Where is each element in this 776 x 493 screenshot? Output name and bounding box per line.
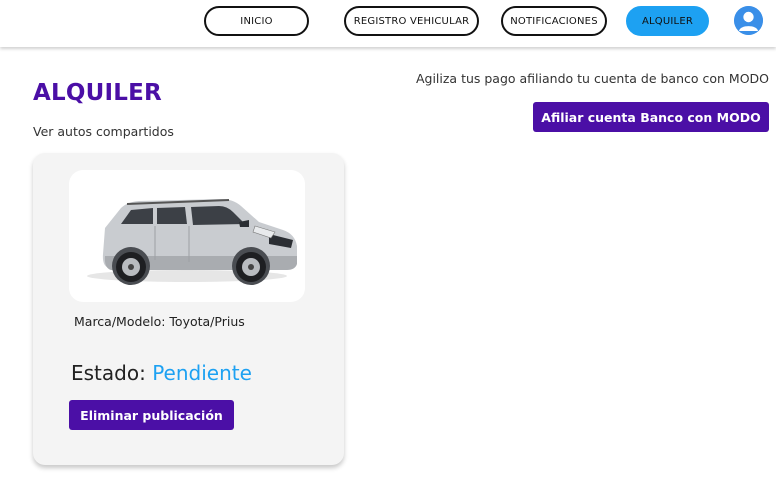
nav-inicio-button[interactable]: INICIO [204, 6, 309, 36]
page-title: ALQUILER [33, 80, 162, 106]
afiliar-banco-button[interactable]: Afiliar cuenta Banco con MODO [533, 102, 769, 132]
car-model-label: Marca/Modelo: Toyota/Prius [74, 314, 245, 329]
nav-alquiler-button[interactable]: ALQUILER [626, 6, 709, 36]
user-avatar-icon[interactable] [734, 6, 763, 35]
status-value: Pendiente [152, 361, 252, 385]
status-label: Estado: [71, 361, 146, 385]
top-navigation-bar: INICIO REGISTRO VEHICULAR NOTIFICACIONES… [0, 0, 776, 47]
car-image [69, 170, 305, 302]
rental-car-card: Marca/Modelo: Toyota/Prius Estado: Pendi… [33, 153, 344, 465]
shared-cars-subtitle: Ver autos compartidos [33, 124, 174, 139]
bank-promo-text: Agiliza tus pago afiliando tu cuenta de … [415, 71, 769, 86]
nav-registro-vehicular-button[interactable]: REGISTRO VEHICULAR [344, 6, 479, 36]
delete-publication-button[interactable]: Eliminar publicación [69, 400, 234, 430]
rental-status: Estado: Pendiente [71, 361, 252, 385]
nav-notificaciones-button[interactable]: NOTIFICACIONES [501, 6, 607, 36]
